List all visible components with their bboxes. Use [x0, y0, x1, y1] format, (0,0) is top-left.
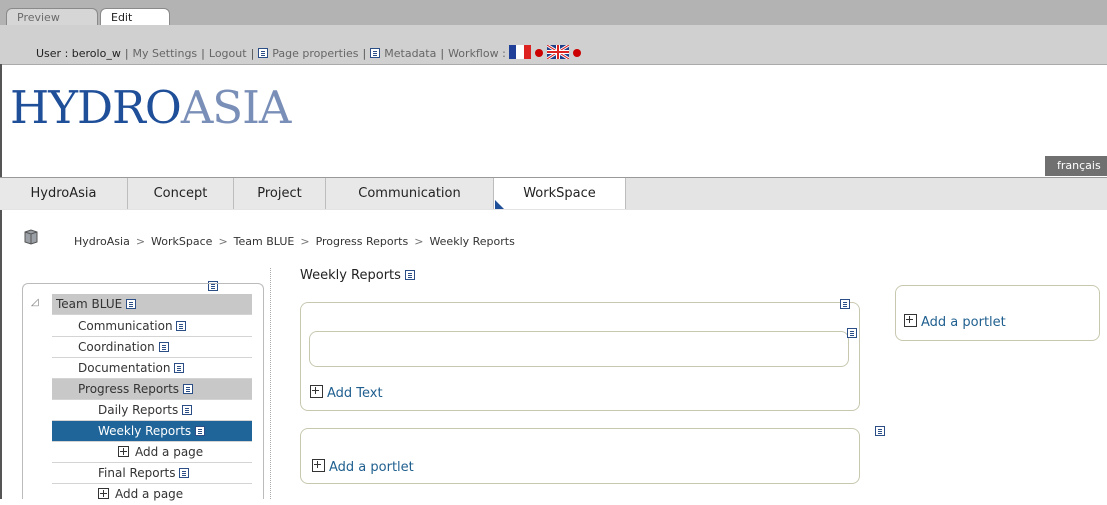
tree-root-team-blue[interactable]: Team BLUE — [52, 294, 252, 315]
breadcrumb-item[interactable]: HydroAsia — [74, 235, 130, 248]
french-flag-icon[interactable] — [509, 45, 532, 59]
page-properties-icon[interactable] — [179, 468, 190, 478]
right-portlet-area — [895, 285, 1100, 341]
language-switch[interactable]: français — [1045, 156, 1107, 176]
main-nav: HydroAsia Concept Project Communication … — [0, 177, 1107, 210]
metadata-icon — [370, 48, 381, 58]
column-separator — [270, 268, 271, 499]
mode-bar: Preview Edit — [0, 0, 1107, 25]
page-properties-icon[interactable] — [126, 299, 137, 309]
breadcrumb-item[interactable]: Progress Reports — [316, 235, 409, 248]
tree-item-communication[interactable]: Communication — [52, 316, 252, 337]
nav-tab-hydroasia[interactable]: HydroAsia — [0, 178, 128, 209]
my-settings-link[interactable]: My Settings — [133, 47, 198, 60]
tree-item-weekly-reports[interactable]: Weekly Reports — [52, 421, 252, 442]
home-icon — [24, 229, 38, 245]
tree-item-daily-reports[interactable]: Daily Reports — [52, 400, 252, 421]
plus-icon — [98, 488, 109, 499]
page-properties-icon[interactable] — [176, 321, 187, 331]
nav-tab-concept[interactable]: Concept — [128, 178, 234, 209]
user-label: User : berolo_w — [36, 47, 121, 60]
page-properties-icon[interactable] — [195, 426, 205, 436]
properties-icon — [258, 48, 269, 58]
user-bar: User : berolo_w | My Settings | Logout | Page … — [0, 25, 1107, 65]
page-properties-icon[interactable] — [405, 270, 416, 280]
english-status-icon — [573, 49, 582, 57]
tree-add-page-button[interactable]: Add a page — [52, 484, 252, 505]
tree-item-final-reports[interactable]: Final Reports — [52, 463, 252, 484]
nav-tab-communication[interactable]: Communication — [326, 178, 494, 209]
right-add-portlet-button[interactable]: Add a portlet — [904, 314, 1006, 330]
portlet-area-properties-icon[interactable] — [875, 426, 886, 436]
plus-icon — [312, 459, 325, 472]
tree-item-documentation[interactable]: Documentation — [52, 358, 252, 379]
french-status-icon — [535, 49, 544, 57]
nav-tab-project[interactable]: Project — [234, 178, 326, 209]
breadcrumb-item[interactable]: Team BLUE — [234, 235, 295, 248]
add-text-button[interactable]: Add Text — [310, 385, 383, 401]
tree-item-coordination[interactable]: Coordination — [52, 337, 252, 358]
active-tab-marker — [495, 200, 504, 209]
portlet-area — [300, 428, 860, 484]
metadata-link[interactable]: Metadata — [370, 47, 436, 60]
site-logo[interactable]: HYDROASIA — [10, 82, 291, 134]
breadcrumb-item[interactable]: WorkSpace — [151, 235, 212, 248]
page-border — [0, 64, 2, 499]
page-properties-icon[interactable] — [174, 363, 185, 373]
text-portlet[interactable] — [309, 331, 849, 367]
page-title: Weekly Reports — [300, 268, 419, 283]
collapse-triangle-icon[interactable]: ◿ — [31, 297, 39, 308]
plus-icon — [904, 314, 917, 327]
tree-item-progress-reports[interactable]: Progress Reports — [52, 379, 252, 400]
page-properties-icon[interactable] — [182, 384, 193, 394]
breadcrumb-item[interactable]: Weekly Reports — [429, 235, 514, 248]
page-properties-link[interactable]: Page properties — [258, 47, 359, 60]
text-portlet-properties-icon[interactable] — [846, 328, 857, 338]
page-properties-icon[interactable] — [182, 405, 193, 415]
content-area-properties-icon[interactable] — [839, 299, 850, 309]
uk-flag-icon[interactable] — [547, 45, 570, 59]
plus-icon — [118, 446, 129, 457]
tab-preview[interactable]: Preview — [6, 8, 98, 25]
add-portlet-button[interactable]: Add a portlet — [312, 459, 414, 475]
nav-tab-workspace[interactable]: WorkSpace — [494, 178, 626, 209]
logout-link[interactable]: Logout — [209, 47, 247, 60]
tab-edit[interactable]: Edit — [100, 8, 170, 25]
workflow-label: Workflow : — [448, 47, 506, 60]
tree-add-page-button[interactable]: Add a page — [52, 442, 252, 463]
plus-icon — [310, 385, 323, 398]
breadcrumb: HydroAsia > WorkSpace > Team BLUE > Progress R… — [74, 235, 515, 248]
page-properties-icon[interactable] — [158, 342, 169, 352]
